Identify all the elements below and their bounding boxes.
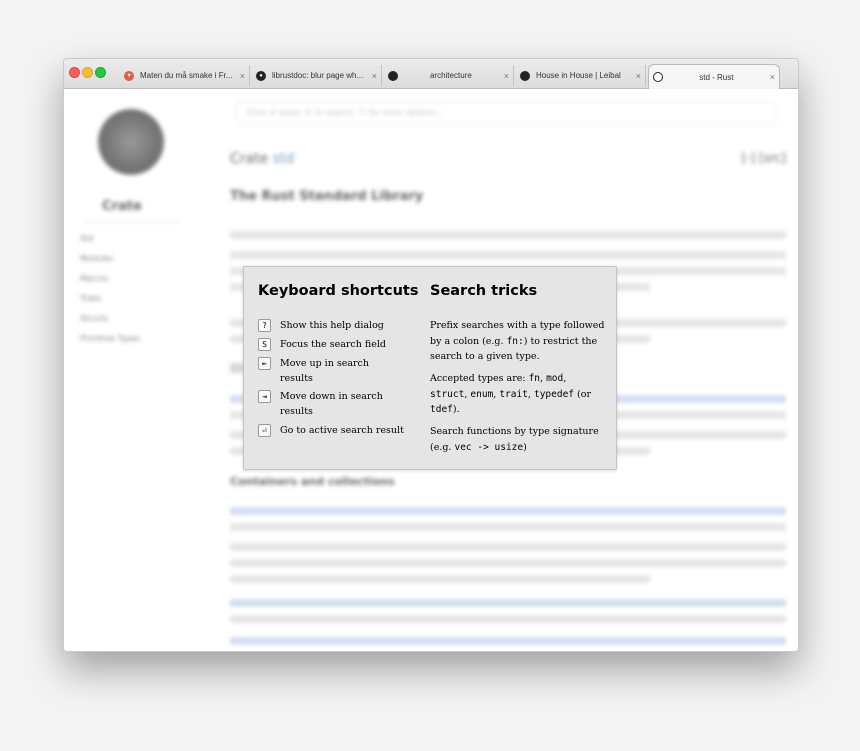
enter-key-icon: ⏎: [258, 424, 271, 437]
tip-text: ).: [452, 404, 460, 415]
tip-accepted-types: Accepted types are: fn, mod, struct, enu…: [430, 371, 606, 418]
tip-code: mod: [546, 373, 564, 384]
maximize-window-button[interactable]: [95, 67, 106, 78]
close-tab-icon[interactable]: ×: [770, 72, 775, 82]
tab-bar: ♥ Maten du må smake i Fr... × ● librustd…: [64, 59, 798, 89]
tab-label: librustdoc: blur page wh...: [272, 71, 364, 80]
close-tab-icon[interactable]: ×: [636, 71, 641, 81]
paragraph-line: [230, 615, 786, 623]
sidebar-item[interactable]: Traits: [80, 294, 101, 303]
question-key-icon: ?: [258, 319, 271, 332]
close-tab-icon[interactable]: ×: [240, 71, 245, 81]
shortcut-label: Focus the search field: [280, 339, 386, 350]
close-window-button[interactable]: [69, 67, 80, 78]
shortcut-label: Move up in search results: [280, 358, 369, 384]
paragraph-line: [230, 507, 786, 515]
tip-code: fn: [528, 373, 541, 384]
heart-icon: ♥: [124, 70, 134, 81]
shortcut-search: S Focus the search field: [258, 337, 404, 352]
tip-text: ): [523, 441, 527, 453]
rust-logo: [98, 109, 164, 175]
close-tab-icon[interactable]: ×: [372, 71, 377, 81]
tip-code: typedef: [533, 388, 575, 400]
shortcut-help: ? Show this help dialog: [258, 318, 404, 333]
paragraph-line: [230, 559, 786, 567]
shortcut-label: Go to active search result: [280, 425, 404, 436]
sidebar-divider: [82, 221, 182, 222]
s-key-icon: S: [258, 338, 271, 351]
page-title: Crate std: [230, 151, 294, 167]
github-icon: ●: [256, 70, 266, 81]
shortcut-move-up: ⇤ Move up in search results: [258, 356, 404, 386]
paragraph-line: [230, 637, 786, 645]
section-subheading: Containers and collections: [230, 475, 395, 488]
sidebar-item[interactable]: Structs: [80, 314, 108, 323]
tip-code: fn:: [506, 335, 524, 347]
tip-code: tdef: [430, 404, 453, 415]
shortcut-go-to-result: ⏎ Go to active search result: [258, 423, 404, 438]
sidebar-item[interactable]: Macros: [80, 274, 108, 283]
tab-label: House in House | Leibal: [536, 71, 621, 80]
search-input[interactable]: Click or press 'S' to search, '?' for mo…: [236, 101, 776, 125]
rust-icon: [653, 72, 663, 82]
tip-code: vec -> usize: [454, 441, 524, 453]
circle-icon: [388, 70, 398, 81]
tab-label: architecture: [429, 71, 472, 80]
tab-architecture[interactable]: architecture ×: [384, 65, 514, 86]
shortcut-label: Move down in search results: [280, 391, 383, 417]
shortcut-label: Show this help dialog: [280, 320, 384, 331]
sidebar-item[interactable]: Primitive Types: [80, 334, 140, 343]
sidebar-item[interactable]: Modules: [80, 254, 113, 263]
sidebar-item[interactable]: Std: [80, 234, 93, 243]
tip-code: trait: [499, 388, 528, 400]
tab-key-icon: ⇥: [258, 390, 271, 403]
tab-label: Maten du må smake i Fr...: [140, 71, 233, 80]
paragraph-line: [230, 599, 786, 607]
tip-prefix: Prefix searches with a type followed by …: [430, 318, 606, 365]
section-heading: The Rust Standard Library: [230, 189, 424, 204]
tip-text: (or: [574, 388, 592, 400]
minimize-window-button[interactable]: [82, 67, 93, 78]
circle-icon: [520, 70, 530, 81]
tip-type-signature: Search functions by type signature (e.g.…: [430, 424, 606, 455]
help-dialog: Keyboard shortcuts ? Show this help dial…: [243, 266, 617, 470]
tab-std-rust[interactable]: std - Rust ×: [648, 64, 780, 89]
search-tricks-heading: Search tricks: [430, 283, 538, 299]
paragraph-line: [230, 575, 650, 583]
tip-code: enum: [470, 388, 494, 400]
shift-tab-key-icon: ⇤: [258, 357, 271, 370]
page-title-link[interactable]: std: [273, 151, 295, 167]
page-title-prefix: Crate: [230, 151, 269, 167]
shortcuts-heading: Keyboard shortcuts: [258, 283, 419, 299]
tip-code: struct: [430, 388, 465, 400]
sidebar-crate-name: Crate: [102, 199, 142, 214]
tip-text: ,: [563, 373, 567, 384]
paragraph-line: [230, 523, 786, 531]
tab-label: std - Rust: [699, 72, 734, 82]
tab-house-in-house[interactable]: House in House | Leibal ×: [516, 65, 646, 86]
tab-maten[interactable]: ♥ Maten du må smake i Fr... ×: [120, 65, 250, 86]
tip-text: Accepted types are:: [430, 373, 529, 384]
close-tab-icon[interactable]: ×: [504, 71, 509, 81]
tab-librustdoc[interactable]: ● librustdoc: blur page wh... ×: [252, 65, 382, 86]
paragraph-line: [230, 231, 786, 239]
shortcut-move-down: ⇥ Move down in search results: [258, 389, 404, 419]
paragraph-line: [230, 543, 786, 551]
paragraph-line: [230, 251, 786, 259]
source-link[interactable]: [-] [src]: [742, 151, 786, 165]
